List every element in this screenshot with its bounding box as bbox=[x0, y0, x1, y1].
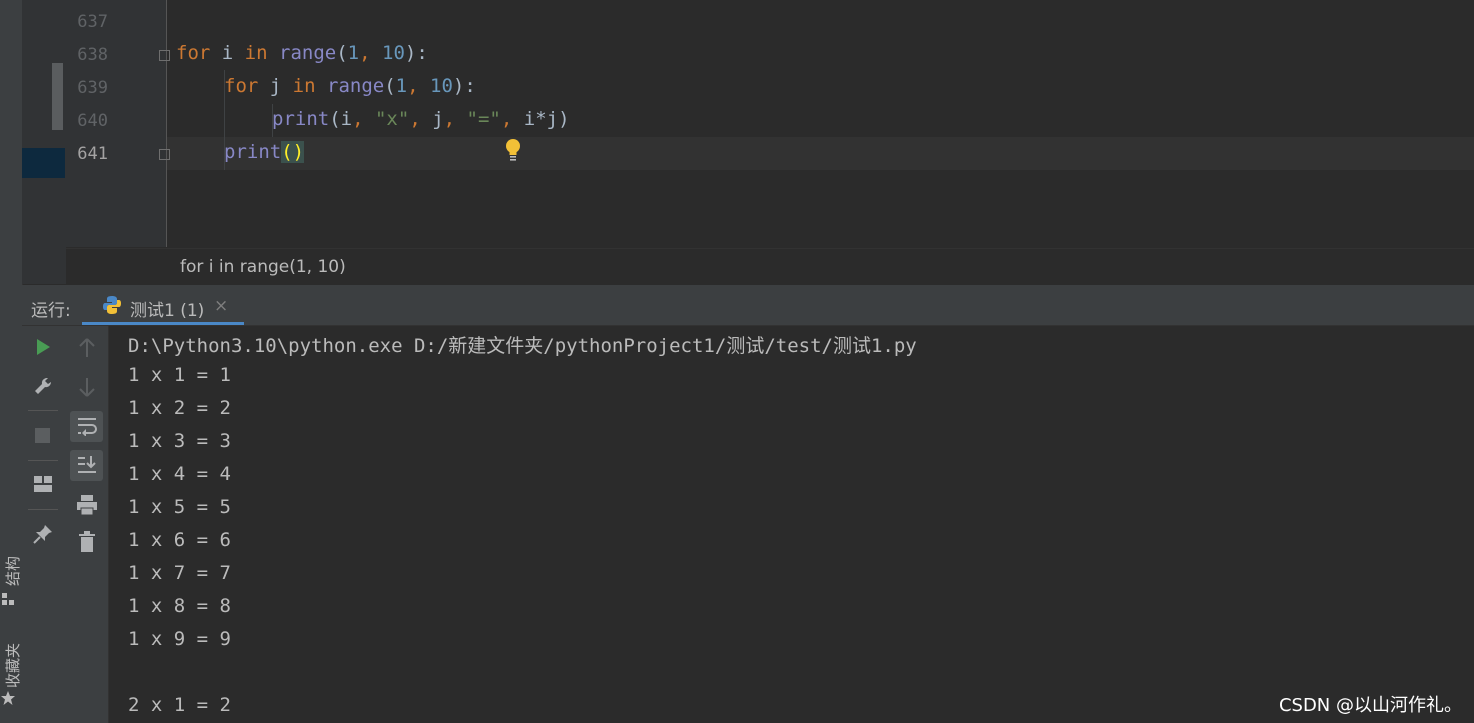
structure-icon bbox=[2, 593, 14, 605]
side-tab-structure-label: 结构 bbox=[4, 555, 22, 586]
number: 10 bbox=[430, 75, 453, 97]
star-icon bbox=[1, 691, 15, 705]
toolbar-separator bbox=[28, 460, 58, 461]
paren: ( bbox=[336, 42, 348, 64]
console-line: 2 x 1 = 2 bbox=[128, 694, 231, 716]
argument: j bbox=[432, 108, 444, 130]
line-number: 638 bbox=[77, 45, 108, 65]
run-tab-underline bbox=[82, 322, 244, 325]
console-line-command: D:\Python3.10\python.exe D:/新建文件夹/python… bbox=[128, 335, 917, 357]
soft-wrap-icon[interactable] bbox=[70, 411, 103, 442]
toolbar-separator bbox=[28, 509, 58, 510]
line-number: 637 bbox=[77, 12, 108, 32]
line-number-current: 641 bbox=[77, 144, 108, 164]
run-tab-title: 测试1 (1) bbox=[130, 301, 205, 321]
up-arrow-icon[interactable] bbox=[77, 337, 97, 359]
side-tab-favorites[interactable]: 收藏夹 bbox=[0, 636, 22, 716]
argument: (i bbox=[329, 108, 353, 130]
down-arrow-icon[interactable] bbox=[77, 376, 97, 398]
variable: i bbox=[210, 42, 245, 64]
close-icon[interactable]: × bbox=[214, 296, 228, 316]
builtin: range bbox=[327, 75, 385, 97]
console-line: 1 x 5 = 5 bbox=[128, 496, 231, 518]
fold-open-icon[interactable] bbox=[159, 50, 170, 61]
scroll-to-end-glyph-icon bbox=[78, 456, 96, 473]
lightbulb-icon[interactable] bbox=[504, 138, 522, 162]
comma: , bbox=[409, 108, 433, 130]
watermark: CSDN @以山河作礼。 bbox=[1278, 695, 1462, 716]
line-number: 640 bbox=[77, 111, 108, 131]
breadcrumb[interactable]: for i in range(1, 10) bbox=[180, 257, 346, 277]
console-line: 1 x 4 = 4 bbox=[128, 463, 231, 485]
pin-icon[interactable] bbox=[33, 524, 53, 544]
soft-wrap-glyph-icon bbox=[78, 418, 97, 436]
comma: , bbox=[443, 108, 467, 130]
string: "=" bbox=[466, 108, 501, 130]
fold-close-icon[interactable] bbox=[159, 149, 170, 160]
comma: , bbox=[359, 42, 382, 64]
editor-left-margin bbox=[22, 0, 66, 284]
line-number-gutter: 637 638 639 640 641 bbox=[66, 0, 167, 247]
layout-icon[interactable] bbox=[33, 475, 53, 493]
matched-parens: () bbox=[281, 141, 305, 163]
paren: ): bbox=[452, 75, 476, 97]
comma: , bbox=[352, 108, 375, 130]
number: 1 bbox=[395, 75, 408, 97]
keyword: in bbox=[244, 42, 268, 64]
code-line-639[interactable]: for j in range(1, 10): bbox=[224, 75, 476, 97]
keyword: in bbox=[292, 75, 316, 97]
console-line: 1 x 8 = 8 bbox=[128, 595, 231, 617]
builtin: print bbox=[224, 141, 282, 163]
argument: i*j) bbox=[523, 108, 570, 130]
editor-scroll-thumb[interactable] bbox=[52, 63, 63, 130]
wrench-icon[interactable] bbox=[33, 376, 53, 396]
keyword: for bbox=[224, 75, 259, 97]
keyword: for bbox=[176, 42, 211, 64]
console-line: 1 x 7 = 7 bbox=[128, 562, 231, 584]
line-number: 639 bbox=[77, 78, 108, 98]
python-icon bbox=[103, 296, 121, 314]
console-line: 1 x 3 = 3 bbox=[128, 430, 231, 452]
run-panel-label: 运行: bbox=[31, 301, 71, 321]
paren: ): bbox=[404, 42, 428, 64]
run-icon[interactable] bbox=[34, 337, 52, 357]
side-tab-favorites-label: 收藏夹 bbox=[4, 642, 22, 688]
code-line-641[interactable]: print() bbox=[224, 141, 305, 163]
code-line-638[interactable]: for i in range(1, 10): bbox=[176, 42, 428, 64]
scroll-to-end-icon[interactable] bbox=[70, 450, 103, 481]
trash-icon[interactable] bbox=[78, 531, 96, 553]
left-tool-stripe bbox=[0, 0, 23, 723]
comma: , bbox=[407, 75, 430, 97]
builtin: print bbox=[272, 108, 330, 130]
console-line: 1 x 9 = 9 bbox=[128, 628, 231, 650]
console-line: 1 x 1 = 1 bbox=[128, 364, 231, 386]
toolbar-separator bbox=[28, 410, 58, 411]
code-line-640[interactable]: print(i, "x", j, "=", i*j) bbox=[272, 108, 570, 130]
print-icon[interactable] bbox=[76, 494, 98, 516]
console-line: 1 x 2 = 2 bbox=[128, 397, 231, 419]
current-line-marker bbox=[22, 148, 65, 178]
comma: , bbox=[500, 108, 524, 130]
side-tab-structure[interactable]: 结构 bbox=[0, 548, 22, 608]
builtin: range bbox=[279, 42, 337, 64]
string: "x" bbox=[374, 108, 410, 130]
number: 10 bbox=[382, 42, 405, 64]
variable: j bbox=[258, 75, 293, 97]
stop-icon[interactable] bbox=[34, 427, 51, 444]
number: 1 bbox=[347, 42, 360, 64]
current-line-highlight bbox=[167, 137, 1474, 170]
paren: ( bbox=[384, 75, 396, 97]
console-line: 1 x 6 = 6 bbox=[128, 529, 231, 551]
